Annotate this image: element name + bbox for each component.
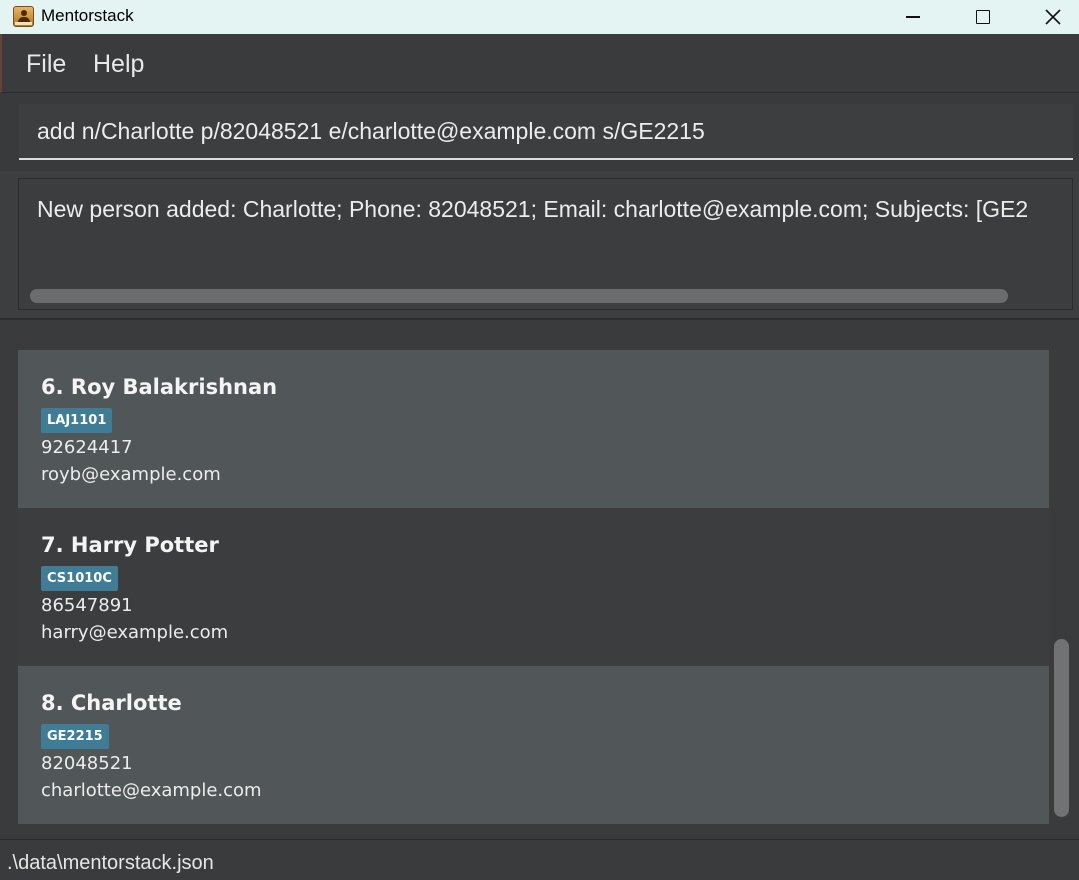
person-card[interactable]: 7. Harry Potter CS1010C 86547891 harry@e… bbox=[18, 508, 1049, 666]
minimize-icon bbox=[906, 16, 920, 18]
result-message: New person added: Charlotte; Phone: 8204… bbox=[37, 196, 1029, 222]
person-card[interactable]: 6. Roy Balakrishnan LAJ1101 92624417 roy… bbox=[18, 350, 1049, 508]
person-email: harry@example.com bbox=[41, 622, 229, 643]
maximize-button[interactable] bbox=[960, 0, 1006, 34]
menu-file[interactable]: File bbox=[26, 50, 66, 79]
person-list-panel: 6. Roy Balakrishnan LAJ1101 92624417 roy… bbox=[0, 320, 1079, 839]
person-phone: 86547891 bbox=[41, 595, 133, 616]
person-name: 6. Roy Balakrishnan bbox=[41, 375, 278, 399]
person-card[interactable]: 8. Charlotte GE2215 82048521 charlotte@e… bbox=[18, 666, 1049, 824]
list-vertical-scrollbar[interactable] bbox=[1054, 639, 1069, 817]
command-input[interactable] bbox=[19, 104, 1073, 160]
status-bar: .\data\mentorstack.json bbox=[0, 839, 1079, 880]
person-email: royb@example.com bbox=[41, 464, 221, 485]
menu-help[interactable]: Help bbox=[93, 50, 144, 79]
person-name: 8. Charlotte bbox=[41, 691, 182, 715]
maximize-icon bbox=[976, 10, 990, 24]
person-email: charlotte@example.com bbox=[41, 780, 262, 801]
save-location: .\data\mentorstack.json bbox=[7, 852, 214, 874]
person-phone: 82048521 bbox=[41, 753, 133, 774]
close-icon bbox=[1045, 9, 1061, 25]
subject-tag: CS1010C bbox=[41, 566, 118, 591]
result-display: New person added: Charlotte; Phone: 8204… bbox=[18, 178, 1073, 310]
person-list[interactable]: 6. Roy Balakrishnan LAJ1101 92624417 roy… bbox=[18, 350, 1049, 824]
app-window: Mentorstack File Help New person added: … bbox=[0, 0, 1079, 880]
close-button[interactable] bbox=[1030, 0, 1076, 34]
subject-tag: GE2215 bbox=[41, 724, 109, 749]
minimize-button[interactable] bbox=[890, 0, 936, 34]
menu-bar: File Help bbox=[0, 34, 1079, 93]
subject-tag: LAJ1101 bbox=[41, 408, 113, 433]
address-book-icon bbox=[13, 6, 34, 27]
window-title: Mentorstack bbox=[41, 6, 134, 25]
title-bar: Mentorstack bbox=[0, 0, 1079, 34]
person-phone: 92624417 bbox=[41, 437, 133, 458]
result-horizontal-scrollbar[interactable] bbox=[30, 289, 1008, 303]
person-name: 7. Harry Potter bbox=[41, 533, 219, 557]
